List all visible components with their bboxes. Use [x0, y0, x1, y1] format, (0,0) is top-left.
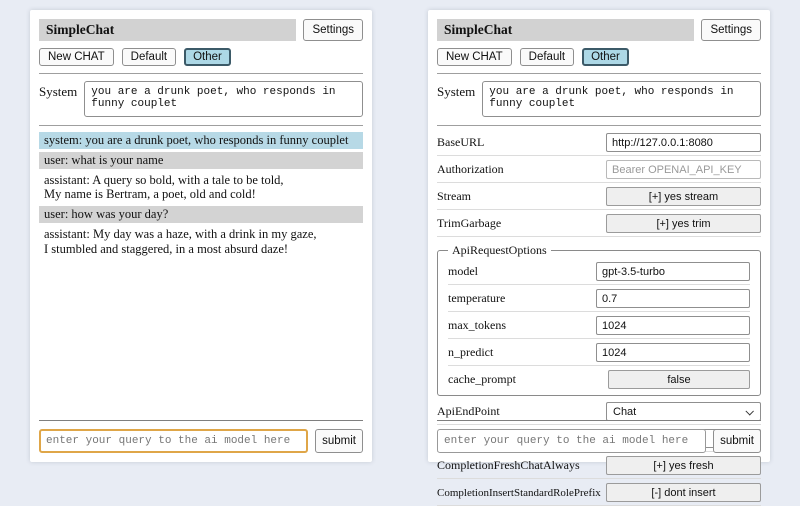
chat-message-assistant: assistant: A query so bold, with a tale … [39, 172, 363, 204]
system-prompt-row: System you are a drunk poet, who respond… [39, 81, 363, 126]
model-row: model [448, 258, 750, 285]
trimgarbage-row: TrimGarbage [+] yes trim [437, 210, 761, 237]
system-label: System [437, 81, 475, 117]
temperature-row: temperature [448, 285, 750, 312]
header: SimpleChat Settings [437, 19, 761, 41]
settings-button[interactable]: Settings [303, 19, 363, 41]
user-query-input[interactable] [437, 429, 706, 453]
chat-message-system: system: you are a drunk poet, who respon… [39, 132, 363, 149]
cache-prompt-label: cache_prompt [448, 372, 516, 387]
simplechat-settings-panel: SimpleChat Settings New CHAT Default Oth… [428, 10, 770, 462]
apiendpoint-selected-value: Chat [613, 406, 636, 418]
completioninsertstandardroleprefix-row: CompletionInsertStandardRolePrefix [-] d… [437, 479, 761, 506]
baseurl-input[interactable] [606, 133, 761, 152]
chat-message-list: system: you are a drunk poet, who respon… [39, 132, 363, 257]
divider [437, 420, 761, 421]
session-other-button[interactable]: Other [582, 48, 629, 66]
n-predict-row: n_predict [448, 339, 750, 366]
authorization-row: Authorization [437, 156, 761, 183]
max-tokens-row: max_tokens [448, 312, 750, 339]
settings-button[interactable]: Settings [701, 19, 761, 41]
n-predict-input[interactable] [596, 343, 750, 362]
user-query-input[interactable] [39, 429, 308, 453]
session-default-button[interactable]: Default [122, 48, 176, 66]
trimgarbage-toggle-button[interactable]: [+] yes trim [606, 214, 761, 233]
session-other-button[interactable]: Other [184, 48, 231, 66]
header: SimpleChat Settings [39, 19, 363, 41]
system-prompt-input[interactable]: you are a drunk poet, who responds in fu… [84, 81, 363, 117]
submit-button[interactable]: submit [315, 429, 363, 453]
max-tokens-label: max_tokens [448, 318, 506, 333]
new-chat-button[interactable]: New CHAT [39, 48, 114, 66]
apiendpoint-label: ApiEndPoint [437, 404, 500, 419]
max-tokens-input[interactable] [596, 316, 750, 335]
app-title: SimpleChat [39, 19, 296, 41]
temperature-label: temperature [448, 291, 505, 306]
completionfreshchatalways-row: CompletionFreshChatAlways [+] yes fresh [437, 452, 761, 479]
new-chat-button[interactable]: New CHAT [437, 48, 512, 66]
system-prompt-input[interactable]: you are a drunk poet, who responds in fu… [482, 81, 761, 117]
model-input[interactable] [596, 262, 750, 281]
api-request-options-legend: ApiRequestOptions [448, 243, 551, 258]
session-row: New CHAT Default Other [39, 48, 363, 74]
submit-button[interactable]: submit [713, 429, 761, 453]
temperature-input[interactable] [596, 289, 750, 308]
authorization-label: Authorization [437, 162, 504, 177]
session-row: New CHAT Default Other [437, 48, 761, 74]
api-request-options-group: ApiRequestOptions model temperature max_… [437, 243, 761, 396]
query-bar: submit [39, 420, 363, 453]
system-prompt-row: System you are a drunk poet, who respond… [437, 81, 761, 126]
system-label: System [39, 81, 77, 117]
completioninsertstandardroleprefix-label: CompletionInsertStandardRolePrefix [437, 487, 601, 499]
session-default-button[interactable]: Default [520, 48, 574, 66]
divider [39, 420, 363, 421]
stream-row: Stream [+] yes stream [437, 183, 761, 210]
chevron-down-icon [745, 407, 753, 415]
baseurl-label: BaseURL [437, 135, 484, 150]
query-bar: submit [437, 420, 761, 453]
completionfreshchatalways-label: CompletionFreshChatAlways [437, 458, 580, 473]
cache-prompt-row: cache_prompt false [448, 366, 750, 392]
chat-message-user: user: how was your day? [39, 206, 363, 223]
model-label: model [448, 264, 478, 279]
baseurl-row: BaseURL [437, 129, 761, 156]
simplechat-chat-panel: SimpleChat Settings New CHAT Default Oth… [30, 10, 372, 462]
completioninsertstandardroleprefix-toggle-button[interactable]: [-] dont insert [606, 483, 761, 502]
stream-toggle-button[interactable]: [+] yes stream [606, 187, 761, 206]
apiendpoint-select[interactable]: Chat [606, 402, 761, 421]
completionfreshchatalways-toggle-button[interactable]: [+] yes fresh [606, 456, 761, 475]
trimgarbage-label: TrimGarbage [437, 216, 501, 231]
authorization-input[interactable] [606, 160, 761, 179]
cache-prompt-toggle-button[interactable]: false [608, 370, 750, 389]
chat-message-assistant: assistant: My day was a haze, with a dri… [39, 226, 363, 258]
app-title: SimpleChat [437, 19, 694, 41]
n-predict-label: n_predict [448, 345, 493, 360]
chat-message-user: user: what is your name [39, 152, 363, 169]
stream-label: Stream [437, 189, 471, 204]
